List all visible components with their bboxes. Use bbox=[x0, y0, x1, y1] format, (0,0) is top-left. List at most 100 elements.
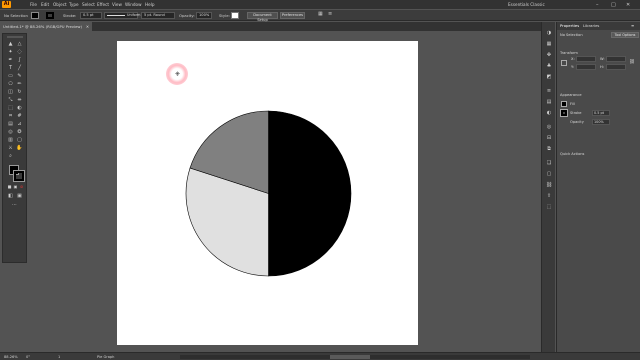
tab-libraries[interactable]: Libraries bbox=[583, 23, 599, 28]
constrain-proportions-icon[interactable]: ⛓ bbox=[629, 60, 635, 65]
magic-wand-tool-icon[interactable]: ✦ bbox=[7, 49, 14, 55]
menu-type[interactable]: Type bbox=[69, 2, 79, 7]
pie-slice-1[interactable] bbox=[268, 110, 352, 277]
symbols-panel-icon[interactable]: ♣ bbox=[545, 63, 553, 70]
menu-help[interactable]: Help bbox=[145, 2, 155, 7]
color-panel-icon[interactable]: ◑ bbox=[545, 30, 553, 37]
none-mode-icon[interactable]: ⊘ bbox=[18, 184, 25, 190]
rotate-tool-icon[interactable]: ↻ bbox=[16, 89, 23, 95]
graphic-style-swatch[interactable] bbox=[231, 12, 239, 19]
lasso-tool-icon[interactable]: ◌ bbox=[16, 49, 23, 55]
document-setup-button[interactable]: Document Setup bbox=[247, 12, 278, 22]
transform-x-input[interactable] bbox=[576, 56, 596, 62]
rectangle-tool-icon[interactable]: ▭ bbox=[7, 73, 14, 79]
close-tab-icon[interactable]: ✕ bbox=[86, 22, 89, 31]
minimize-icon[interactable]: – bbox=[596, 2, 599, 8]
opacity-input[interactable]: 100% bbox=[196, 12, 212, 19]
stroke-color-icon[interactable] bbox=[13, 170, 25, 182]
stroke-weight-input[interactable]: 0.5 pt bbox=[80, 12, 102, 19]
artboard-tool-icon[interactable]: ▢ bbox=[16, 137, 23, 143]
transform-y-input[interactable] bbox=[576, 64, 596, 70]
shape-builder-tool-icon[interactable]: ◐ bbox=[16, 105, 23, 111]
width-tool-icon[interactable]: ⇹ bbox=[16, 97, 23, 103]
menu-window[interactable]: Window bbox=[125, 2, 142, 7]
gradient-tool-icon[interactable]: ▤ bbox=[7, 121, 14, 127]
appearance-panel-icon[interactable]: ◎ bbox=[545, 124, 553, 131]
asset-export-panel-icon[interactable]: ⇪ bbox=[545, 193, 553, 200]
pathfinder-panel-icon[interactable]: ⧉ bbox=[545, 146, 553, 153]
scale-tool-icon[interactable]: ⤡ bbox=[7, 97, 14, 103]
maximize-icon[interactable]: □ bbox=[611, 2, 616, 8]
document-tab[interactable]: Untitled-1* @ 88.26% (RGB/GPU Preview) ✕ bbox=[0, 22, 92, 31]
perspective-grid-tool-icon[interactable]: ⌗ bbox=[7, 113, 14, 119]
symbol-sprayer-tool-icon[interactable]: ❂ bbox=[16, 129, 23, 135]
mesh-tool-icon[interactable]: # bbox=[16, 113, 23, 119]
fill-swatch[interactable] bbox=[31, 12, 39, 19]
menu-view[interactable]: View bbox=[112, 2, 122, 7]
stroke-panel-icon[interactable]: ≡ bbox=[545, 88, 553, 95]
arrange-icon[interactable]: ▦ bbox=[318, 11, 323, 17]
zoom-level[interactable]: 88.26% bbox=[4, 355, 18, 359]
status-bar: 88.26% 0° 1 Pie Graph bbox=[0, 352, 640, 360]
pen-tool-icon[interactable]: ✒ bbox=[7, 57, 14, 63]
graph-tool-icon[interactable]: ▥ bbox=[7, 137, 14, 143]
reference-point-icon[interactable] bbox=[561, 60, 567, 66]
direct-selection-tool-icon[interactable]: △ bbox=[16, 41, 23, 47]
eraser-tool-icon[interactable]: ◫ bbox=[7, 89, 14, 95]
menu-object[interactable]: Object bbox=[53, 2, 67, 7]
screen-mode-icon[interactable]: ▣ bbox=[16, 193, 23, 199]
tool-options-button[interactable]: Tool Options bbox=[611, 32, 639, 38]
panel-menu-icon[interactable]: ≡ bbox=[631, 23, 634, 28]
panel-menu-icon[interactable]: ≡ bbox=[328, 11, 332, 17]
tab-properties[interactable]: Properties bbox=[560, 23, 579, 28]
appearance-stroke-weight[interactable]: 0.5 pt bbox=[592, 110, 610, 116]
brush-definition[interactable]: 5 pt. Round bbox=[141, 12, 175, 19]
swatches-panel-icon[interactable]: ▦ bbox=[545, 41, 553, 48]
selection-tool-icon[interactable]: ▲ bbox=[7, 41, 14, 47]
pie-graph[interactable] bbox=[185, 110, 352, 277]
hand-tool-icon[interactable]: ✋ bbox=[16, 145, 23, 151]
pencil-tool-icon[interactable]: ✏ bbox=[16, 81, 23, 87]
links-panel-icon[interactable]: ⛓ bbox=[545, 182, 553, 189]
brushes-panel-icon[interactable]: ✤ bbox=[545, 52, 553, 59]
blend-tool-icon[interactable]: ◎ bbox=[7, 129, 14, 135]
transform-panel-icon[interactable]: ⬚ bbox=[545, 204, 553, 211]
edit-toolbar-icon[interactable]: ⋯ bbox=[11, 202, 18, 208]
menu-file[interactable]: File bbox=[30, 2, 37, 7]
preferences-button[interactable]: Preferences bbox=[280, 12, 305, 19]
graphic-styles-panel-icon[interactable]: ◩ bbox=[545, 74, 553, 81]
menu-effect[interactable]: Effect bbox=[97, 2, 109, 7]
workspace-switcher[interactable]: Essentials Classic bbox=[508, 2, 545, 7]
slice-tool-icon[interactable]: ⚔ bbox=[7, 145, 14, 151]
horizontal-scrollbar[interactable] bbox=[180, 355, 530, 359]
free-transform-tool-icon[interactable]: ⬚ bbox=[7, 105, 14, 111]
eyedropper-tool-icon[interactable]: ⊿ bbox=[16, 121, 23, 127]
appearance-fill-swatch[interactable] bbox=[561, 101, 567, 107]
curvature-tool-icon[interactable]: ∫ bbox=[16, 57, 23, 63]
close-icon[interactable]: ✕ bbox=[626, 2, 630, 8]
horizontal-scroll-thumb[interactable] bbox=[330, 355, 370, 359]
appearance-stroke-swatch[interactable] bbox=[560, 109, 568, 117]
appearance-opacity-input[interactable]: 100% bbox=[592, 119, 610, 125]
type-tool-icon[interactable]: T bbox=[7, 65, 14, 71]
artboards-panel-icon[interactable]: ▢ bbox=[545, 171, 553, 178]
transform-w-input[interactable] bbox=[606, 56, 626, 62]
tools-panel: ▲ △ ✦ ◌ ✒ ∫ T ╱ ▭ ✎ ⬠ ✏ ◫ ↻ ⤡ ⇹ ⬚ ◐ ⌗ # … bbox=[2, 33, 27, 263]
artboard-navigator[interactable]: 1 bbox=[58, 355, 60, 359]
zoom-tool-icon[interactable]: ⌕ bbox=[7, 153, 14, 159]
rotation-view[interactable]: 0° bbox=[26, 355, 30, 359]
menu-select[interactable]: Select bbox=[82, 2, 95, 7]
line-tool-icon[interactable]: ╱ bbox=[16, 65, 23, 71]
transparency-panel-icon[interactable]: ◐ bbox=[545, 110, 553, 117]
paintbrush-tool-icon[interactable]: ✎ bbox=[16, 73, 23, 79]
align-panel-icon[interactable]: ⊟ bbox=[545, 135, 553, 142]
draw-mode-icon[interactable]: ◧ bbox=[7, 193, 14, 199]
variable-width-profile[interactable]: Uniform bbox=[104, 12, 140, 19]
menu-edit[interactable]: Edit bbox=[41, 2, 49, 7]
document-tab-bar: Untitled-1* @ 88.26% (RGB/GPU Preview) ✕ bbox=[0, 22, 548, 31]
stroke-swatch[interactable] bbox=[46, 12, 54, 19]
shaper-tool-icon[interactable]: ⬠ bbox=[7, 81, 14, 87]
layers-panel-icon[interactable]: ❏ bbox=[545, 160, 553, 167]
transform-h-input[interactable] bbox=[606, 64, 626, 70]
gradient-panel-icon[interactable]: ▤ bbox=[545, 99, 553, 106]
